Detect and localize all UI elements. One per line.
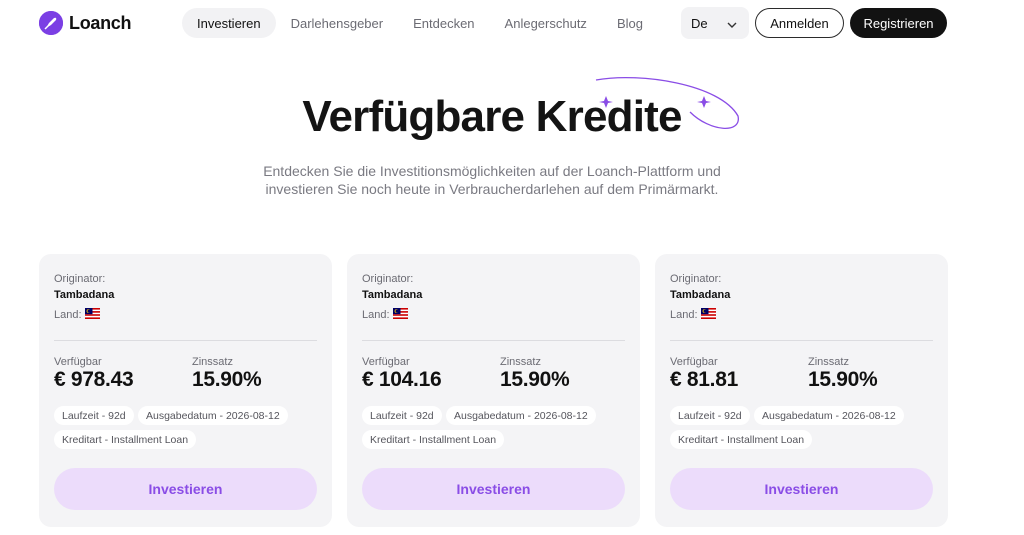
language-select[interactable]: De <box>681 7 749 39</box>
loan-card-list: Originator: Tambadana Land: Verfügbar € … <box>39 254 948 527</box>
nav-item-darlehensgeber[interactable]: Darlehensgeber <box>276 8 399 38</box>
loan-type-chip: Kreditart - Installment Loan <box>54 430 197 449</box>
available-label: Verfügbar <box>362 356 410 368</box>
main-nav: Investieren Darlehensgeber Entdecken Anl… <box>182 8 658 38</box>
originator-label: Originator: <box>670 273 722 285</box>
page-subtitle: Entdecken Sie die Investitionsmöglichkei… <box>262 162 722 198</box>
available-amount: € 81.81 <box>670 368 738 391</box>
originator-label: Originator: <box>54 273 106 285</box>
divider <box>54 340 317 341</box>
invest-button[interactable]: Investieren <box>54 468 317 510</box>
available-amount: € 104.16 <box>362 368 442 391</box>
available-label: Verfügbar <box>670 356 718 368</box>
loan-card: Originator: Tambadana Land: Verfügbar € … <box>39 254 332 527</box>
subtitle-line-2: investieren Sie noch heute in Verbrauche… <box>265 181 719 197</box>
malaysia-flag-icon <box>701 308 716 319</box>
originator-name: Tambadana <box>362 289 423 301</box>
interest-rate-label: Zinssatz <box>808 356 849 368</box>
originator-label: Originator: <box>362 273 414 285</box>
malaysia-flag-icon <box>393 308 408 319</box>
term-chip: Laufzeit - 92d <box>670 406 750 425</box>
subtitle-line-1: Entdecken Sie die Investitionsmöglichkei… <box>263 163 721 179</box>
invest-button[interactable]: Investieren <box>670 468 933 510</box>
malaysia-flag-icon <box>85 308 100 319</box>
issue-date-chip: Ausgabedatum - 2026-08-12 <box>754 406 904 425</box>
loan-type-chip: Kreditart - Installment Loan <box>362 430 505 449</box>
issue-date-chip: Ausgabedatum - 2026-08-12 <box>446 406 596 425</box>
nav-item-blog[interactable]: Blog <box>602 8 658 38</box>
nav-item-investieren[interactable]: Investieren <box>182 8 276 38</box>
originator-name: Tambadana <box>670 289 731 301</box>
top-navigation-bar: Loanch Investieren Darlehensgeber Entdec… <box>0 0 1024 46</box>
login-button[interactable]: Anmelden <box>755 8 844 38</box>
interest-rate-label: Zinssatz <box>192 356 233 368</box>
interest-rate-value: 15.90% <box>500 368 570 391</box>
available-label: Verfügbar <box>54 356 102 368</box>
country-label: Land: <box>54 309 82 321</box>
invest-button[interactable]: Investieren <box>362 468 625 510</box>
nav-item-entdecken[interactable]: Entdecken <box>398 8 489 38</box>
interest-rate-value: 15.90% <box>808 368 878 391</box>
chevron-down-icon <box>727 16 737 31</box>
term-chip: Laufzeit - 92d <box>54 406 134 425</box>
rocket-logo-icon <box>39 11 63 35</box>
issue-date-chip: Ausgabedatum - 2026-08-12 <box>138 406 288 425</box>
interest-rate-value: 15.90% <box>192 368 262 391</box>
logo-text: Loanch <box>69 12 132 33</box>
divider <box>362 340 625 341</box>
term-chip: Laufzeit - 92d <box>362 406 442 425</box>
divider <box>670 340 933 341</box>
logo[interactable]: Loanch <box>39 11 132 35</box>
country-label: Land: <box>670 309 698 321</box>
register-button[interactable]: Registrieren <box>850 8 947 38</box>
nav-item-anlegerschutz[interactable]: Anlegerschutz <box>490 8 602 38</box>
available-amount: € 978.43 <box>54 368 134 391</box>
interest-rate-label: Zinssatz <box>500 356 541 368</box>
country-label: Land: <box>362 309 390 321</box>
loan-type-chip: Kreditart - Installment Loan <box>670 430 813 449</box>
originator-name: Tambadana <box>54 289 115 301</box>
page-title: Verfügbare Kredite <box>302 92 682 141</box>
language-value: De <box>691 15 708 31</box>
loan-card: Originator: Tambadana Land: Verfügbar € … <box>655 254 948 527</box>
loan-card: Originator: Tambadana Land: Verfügbar € … <box>347 254 640 527</box>
